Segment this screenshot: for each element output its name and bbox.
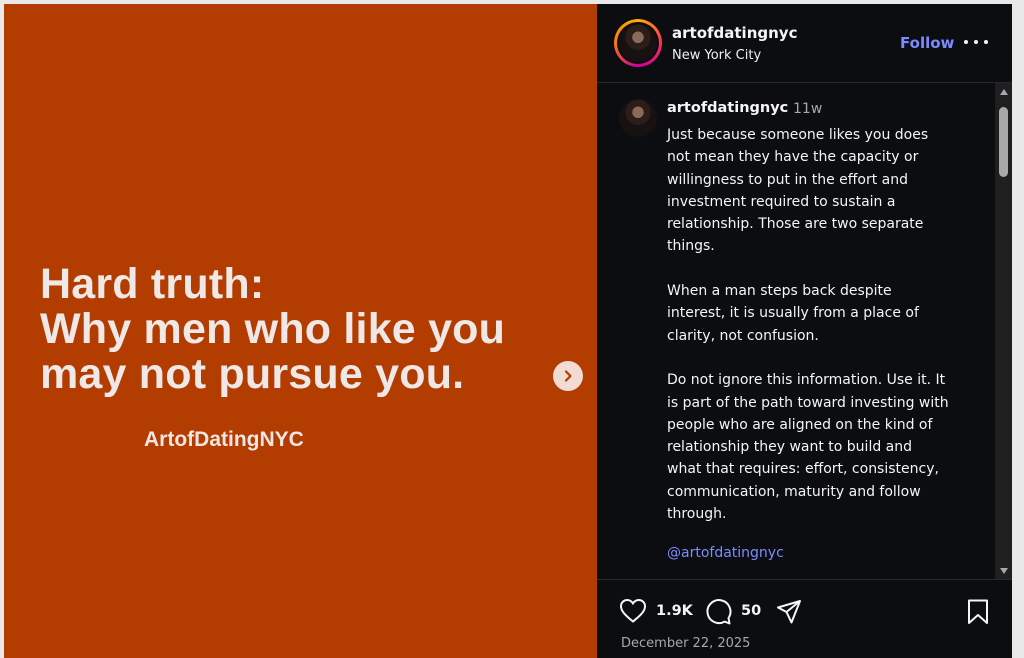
- post-headline: Hard truth: Why men who like you may not…: [40, 262, 580, 397]
- triangle-down-icon: [999, 567, 1008, 574]
- scrollbar-thumb[interactable]: [999, 107, 1008, 177]
- caption-text: Just because someone likes you does not …: [667, 127, 949, 523]
- caption-username[interactable]: artofdatingnyc: [667, 100, 788, 116]
- post-window: Hard truth: Why men who like you may not…: [4, 4, 1012, 658]
- headline-line-1: Hard truth:: [40, 260, 265, 308]
- chevron-right-icon: [564, 370, 572, 382]
- like-button[interactable]: [619, 598, 647, 628]
- caption-section[interactable]: artofdatingnyc 11w Just because someone …: [597, 83, 1012, 580]
- post-header: artofdatingnyc New York City Follow: [597, 4, 1012, 83]
- scroll-up-arrow[interactable]: [995, 83, 1012, 100]
- headline-line-2: Why men who like you: [40, 305, 506, 353]
- more-horizontal-icon: [964, 40, 968, 44]
- next-slide-button[interactable]: [553, 361, 583, 391]
- heart-icon: [619, 598, 647, 623]
- post-brand-text: ArtofDatingNYC: [144, 428, 304, 451]
- avatar: [619, 24, 657, 62]
- save-button[interactable]: [966, 598, 990, 630]
- comment-icon: [706, 599, 732, 625]
- caption-avatar[interactable]: [619, 99, 657, 137]
- caption-scrollbar[interactable]: [995, 83, 1012, 579]
- share-icon: [777, 600, 801, 624]
- post-side-panel: artofdatingnyc New York City Follow arto…: [597, 4, 1012, 658]
- likes-count[interactable]: 1.9K: [656, 603, 693, 619]
- post-date[interactable]: December 22, 2025: [621, 636, 750, 651]
- post-image[interactable]: Hard truth: Why men who like you may not…: [4, 4, 597, 658]
- triangle-up-icon: [999, 88, 1008, 95]
- headline-line-3: may not pursue you.: [40, 350, 465, 398]
- caption-mention-link[interactable]: @artofdatingnyc: [667, 545, 784, 561]
- follow-button[interactable]: Follow: [900, 34, 954, 52]
- scroll-down-arrow[interactable]: [995, 562, 1012, 579]
- header-location[interactable]: New York City: [672, 48, 761, 63]
- more-options-button[interactable]: [964, 34, 988, 50]
- action-bar: 1.9K 50: [597, 590, 1012, 634]
- caption-timestamp[interactable]: 11w: [793, 101, 822, 117]
- header-username[interactable]: artofdatingnyc: [672, 24, 797, 42]
- share-button[interactable]: [775, 598, 803, 630]
- comment-button[interactable]: [704, 598, 732, 630]
- bookmark-icon: [968, 599, 988, 624]
- story-ring[interactable]: [614, 19, 662, 67]
- comments-count[interactable]: 50: [741, 603, 761, 619]
